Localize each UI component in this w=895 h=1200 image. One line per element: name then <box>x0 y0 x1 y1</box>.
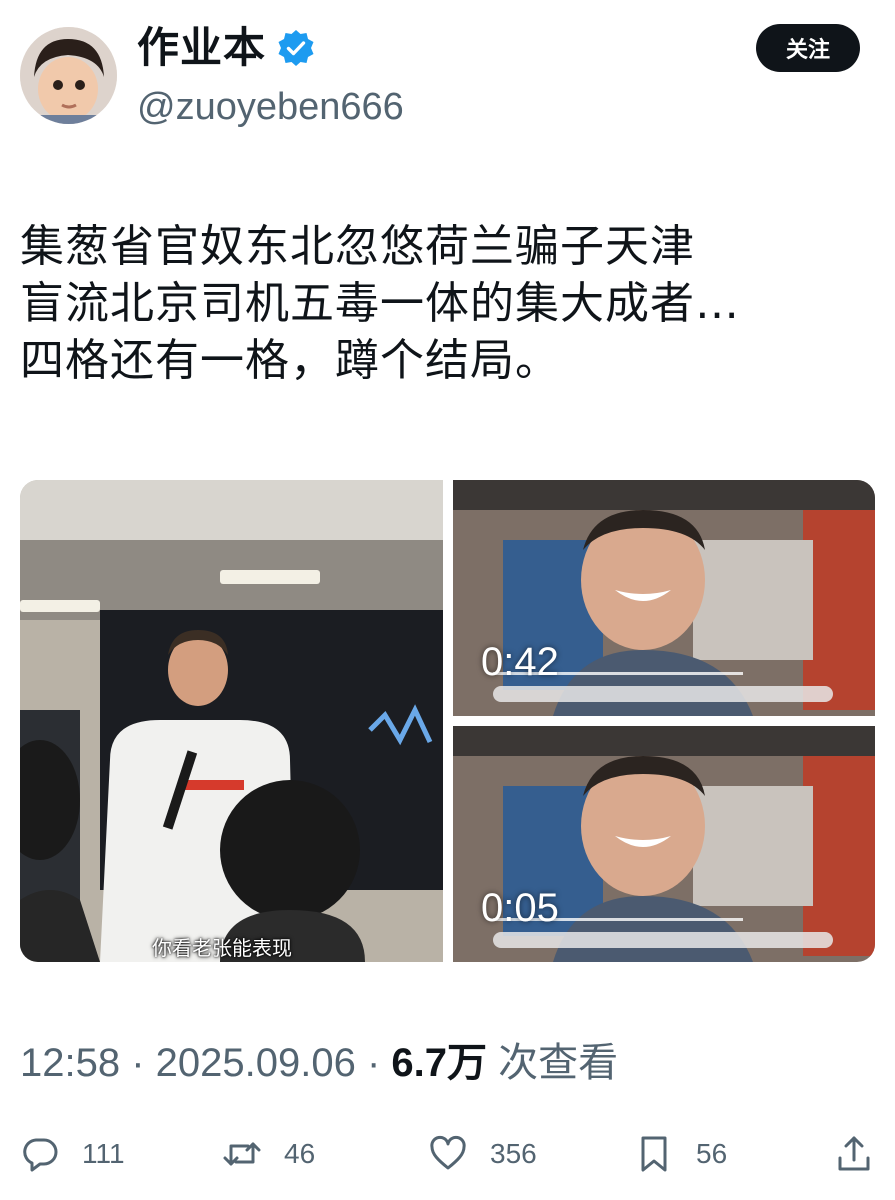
video-thumbnail[interactable]: 0:05 <box>453 726 875 962</box>
tweet-date[interactable]: 2025.09.06 <box>156 1041 356 1085</box>
view-count: 6.7万 <box>391 1041 488 1085</box>
like-count: 356 <box>490 1138 537 1169</box>
follow-button[interactable]: 关注 <box>756 24 860 72</box>
retweet-button[interactable]: 46 <box>222 1134 315 1174</box>
tweet-meta: 12:58 · 2025.09.06 · 6.7万 次查看 <box>20 1030 618 1088</box>
view-label: 次查看 <box>487 1041 619 1085</box>
separator: · <box>120 1041 156 1085</box>
display-name[interactable]: 作业本 <box>137 22 266 74</box>
handle[interactable]: @zuoyeben666 <box>137 84 404 130</box>
bookmark-icon <box>641 1136 667 1172</box>
share-button[interactable] <box>834 1134 874 1174</box>
tweet-line: 集葱省官奴东北忽悠荷兰骗子天津 <box>20 221 695 272</box>
retweet-count: 46 <box>284 1138 316 1169</box>
bookmark-count: 56 <box>696 1138 728 1169</box>
video-duration: 0:05 <box>481 886 559 930</box>
avatar[interactable] <box>20 27 117 124</box>
reply-button[interactable]: 111 <box>20 1134 125 1174</box>
media-grid: 你看老张能表现 0:42 0:05 <box>20 480 875 962</box>
share-icon <box>838 1136 870 1171</box>
tweet-line: 四格还有一格，蹲个结局。 <box>20 335 560 386</box>
author-name-row: 作业本 <box>137 22 316 74</box>
reply-count: 111 <box>82 1138 125 1169</box>
retweet-icon <box>223 1142 261 1166</box>
tweet-line: 盲流北京司机五毒一体的集大成者… <box>20 278 740 329</box>
bookmark-button[interactable]: 56 <box>634 1134 727 1174</box>
tweet-time[interactable]: 12:58 <box>20 1041 120 1085</box>
verified-badge-icon <box>278 30 314 66</box>
tweet-text: 集葱省官奴东北忽悠荷兰骗子天津 盲流北京司机五毒一体的集大成者… 四格还有一格，… <box>20 218 880 389</box>
like-button[interactable]: 356 <box>428 1134 537 1174</box>
video-duration: 0:42 <box>481 640 559 684</box>
heart-icon <box>430 1135 466 1170</box>
reply-icon <box>23 1138 58 1172</box>
photo-subtitle: 你看老张能表现 <box>152 936 292 960</box>
separator: · <box>355 1041 392 1085</box>
photo-thumbnail[interactable]: 你看老张能表现 <box>20 480 443 962</box>
video-thumbnail[interactable]: 0:42 <box>453 480 875 716</box>
